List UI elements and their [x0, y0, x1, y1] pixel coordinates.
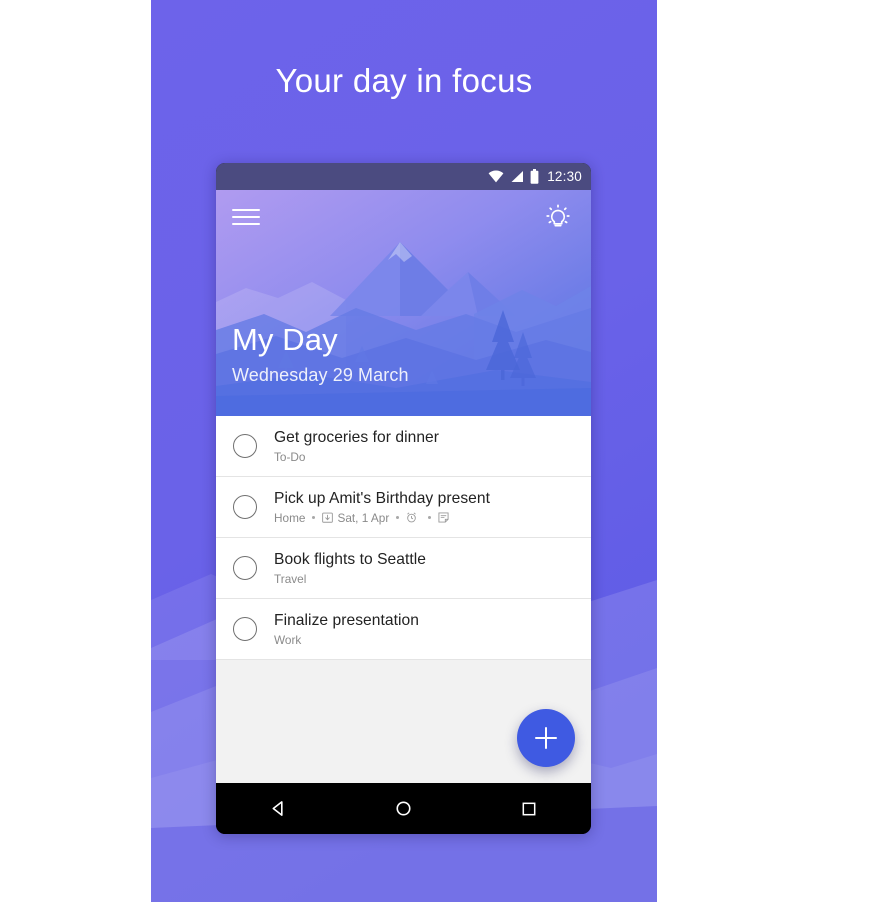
task-row[interactable]: Finalize presentation Work: [216, 599, 591, 660]
task-list-name: To-Do: [274, 449, 306, 464]
wifi-icon: [488, 170, 504, 183]
task-title: Pick up Amit's Birthday present: [274, 489, 491, 507]
nav-home-button[interactable]: [380, 789, 428, 829]
task-body: Book flights to Seattle Travel: [274, 551, 591, 586]
meta-separator-dot: [428, 516, 432, 519]
task-complete-checkbox[interactable]: [233, 495, 257, 519]
mountain-landscape-illustration: [216, 190, 591, 416]
meta-separator-dot: [396, 516, 400, 519]
battery-icon: [530, 169, 539, 184]
lightbulb-icon: [546, 204, 570, 227]
suggestions-button[interactable]: [541, 201, 575, 235]
task-list-name: Travel: [274, 571, 307, 586]
task-metadata: Work: [274, 633, 591, 647]
task-complete-checkbox[interactable]: [233, 617, 257, 641]
hamburger-bar: [232, 216, 260, 219]
task-due-date-group: Sat, 1 Apr: [322, 511, 389, 525]
screenshot-canvas: Your day in focus 12:30 Get groceries fo…: [0, 0, 889, 902]
task-complete-checkbox[interactable]: [233, 556, 257, 580]
reminder-alarm-icon: [407, 512, 417, 523]
task-body: Pick up Amit's Birthday present Home Sat…: [274, 490, 591, 525]
task-metadata: Home Sat, 1 Apr: [274, 511, 591, 525]
task-title: Finalize presentation: [274, 611, 419, 629]
task-metadata: Travel: [274, 572, 591, 586]
nav-back-button[interactable]: [255, 789, 303, 829]
note-icon: [438, 512, 449, 523]
cellular-signal-icon: [511, 171, 524, 182]
task-body: Finalize presentation Work: [274, 612, 591, 647]
triangle-back-icon: [272, 801, 283, 816]
task-complete-checkbox[interactable]: [233, 434, 257, 458]
hamburger-bar: [232, 209, 260, 212]
square-recents-icon: [522, 802, 535, 815]
task-list-name: Home: [274, 510, 306, 525]
meta-separator-dot: [312, 516, 316, 519]
status-bar-clock: 12:30: [547, 169, 582, 184]
promo-title: Your day in focus: [275, 62, 533, 99]
task-metadata: To-Do: [274, 450, 591, 464]
task-list-name: Work: [274, 632, 302, 647]
task-due-date: Sat, 1 Apr: [337, 510, 390, 525]
task-title: Book flights to Seattle: [274, 550, 426, 568]
task-row[interactable]: Book flights to Seattle Travel: [216, 538, 591, 599]
add-task-fab[interactable]: [517, 709, 575, 767]
task-title: Get groceries for dinner: [274, 428, 440, 446]
android-navigation-bar: [216, 783, 591, 834]
calendar-icon: [322, 512, 334, 523]
nav-recents-button[interactable]: [505, 789, 553, 829]
hero-header: [216, 190, 591, 416]
hamburger-bar: [232, 223, 260, 226]
task-row[interactable]: Get groceries for dinner To-Do: [216, 416, 591, 477]
plus-icon: [544, 727, 548, 749]
status-bar: 12:30: [216, 163, 591, 190]
task-body: Get groceries for dinner To-Do: [274, 429, 591, 464]
circle-home-icon: [396, 801, 411, 816]
hamburger-menu-button[interactable]: [232, 205, 262, 229]
task-row[interactable]: Pick up Amit's Birthday present Home Sat…: [216, 477, 591, 538]
